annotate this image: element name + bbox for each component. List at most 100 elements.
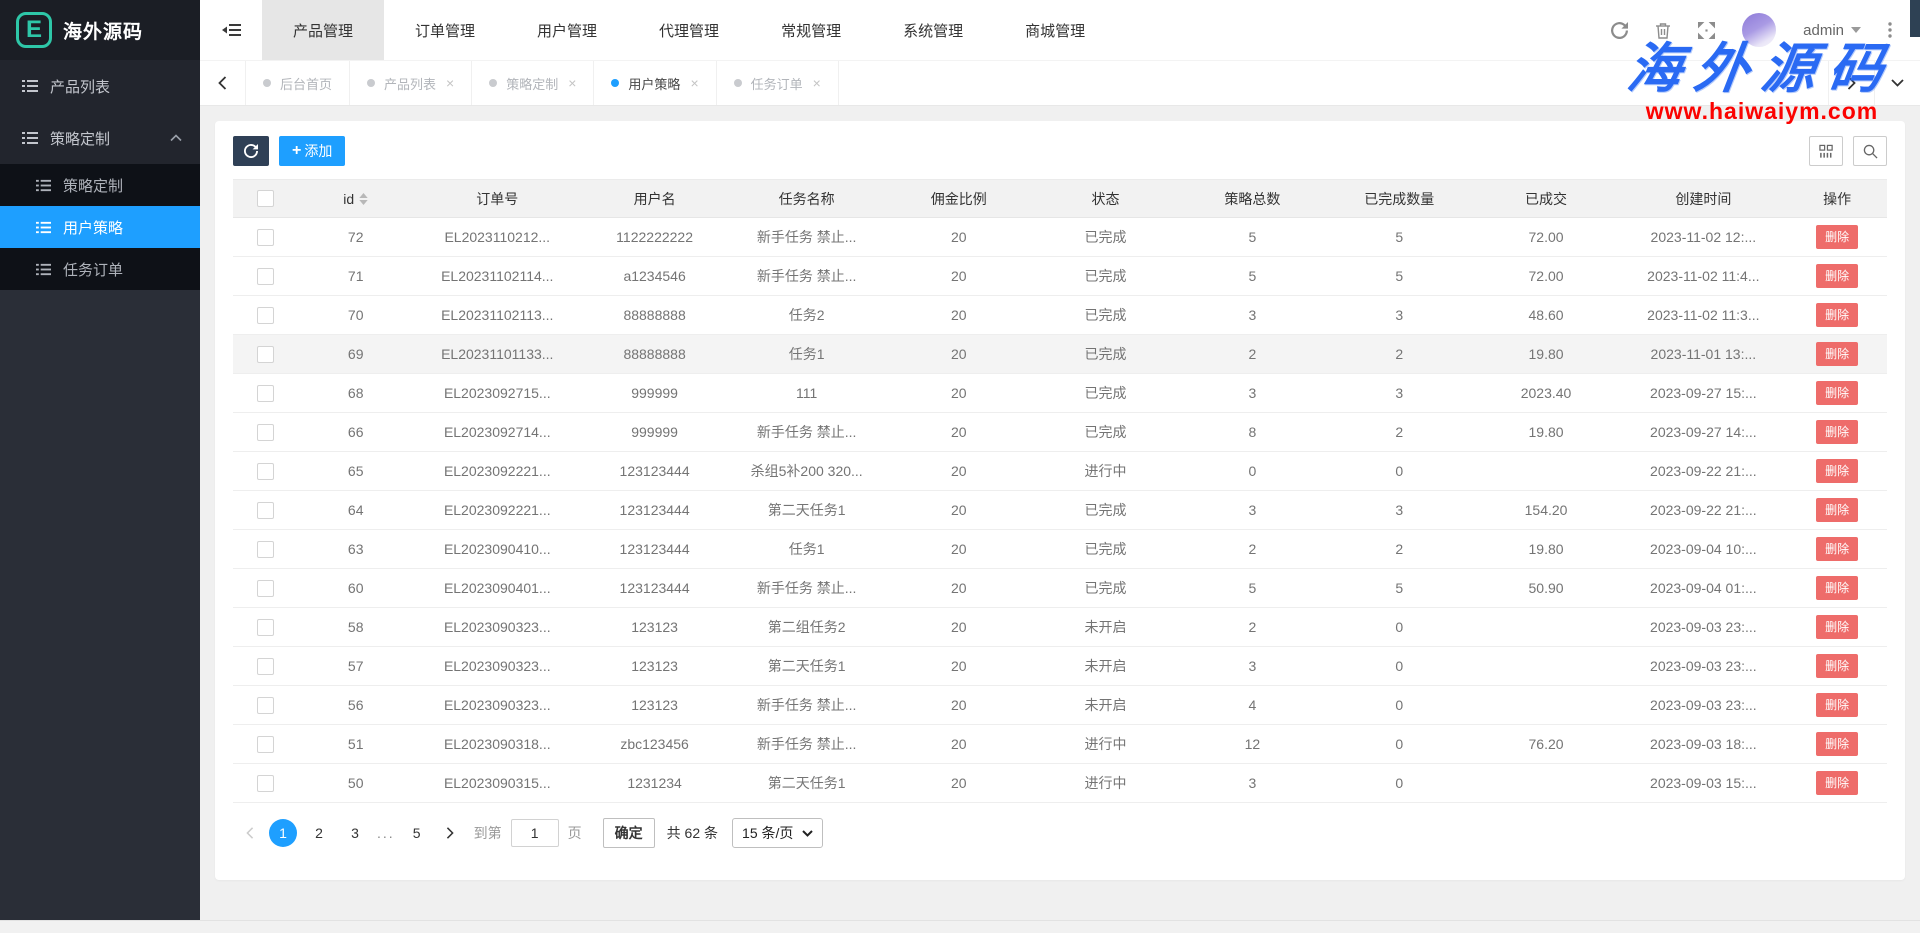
collapse-sidebar-icon[interactable] xyxy=(200,0,262,60)
row-checkbox[interactable] xyxy=(257,385,274,402)
row-checkbox[interactable] xyxy=(257,619,274,636)
delete-button[interactable]: 删除 xyxy=(1816,732,1858,756)
brand-logo: E 海外源码 xyxy=(0,0,200,60)
actions-cell: 删除 xyxy=(1787,764,1887,803)
user-avatar[interactable] xyxy=(1742,13,1776,47)
delete-button[interactable]: 删除 xyxy=(1816,693,1858,717)
cell-created: 2023-09-22 21:... xyxy=(1619,452,1787,491)
column-label: id xyxy=(343,191,354,207)
cell-completed: 0 xyxy=(1326,686,1473,725)
cell-username: 88888888 xyxy=(581,335,728,374)
page-tab[interactable]: 产品列表× xyxy=(350,61,472,105)
delete-button[interactable]: 删除 xyxy=(1816,537,1858,561)
column-header-id[interactable]: id xyxy=(298,180,413,218)
trash-icon[interactable] xyxy=(1655,22,1671,39)
sort-icon[interactable] xyxy=(359,193,368,205)
page-number[interactable]: 5 xyxy=(403,819,431,847)
row-checkbox[interactable] xyxy=(257,346,274,363)
delete-button[interactable]: 删除 xyxy=(1816,420,1858,444)
row-checkbox[interactable] xyxy=(257,580,274,597)
delete-button[interactable]: 删除 xyxy=(1816,381,1858,405)
row-checkbox[interactable] xyxy=(257,697,274,714)
page-size-select[interactable]: 15 条/页 xyxy=(732,818,823,848)
delete-button[interactable]: 删除 xyxy=(1816,771,1858,795)
cell-task_name: 第二天任务1 xyxy=(728,491,885,530)
close-icon[interactable]: × xyxy=(813,75,821,91)
close-icon[interactable]: × xyxy=(446,75,454,91)
refresh-icon[interactable] xyxy=(1611,22,1628,39)
tab-label: 后台首页 xyxy=(280,74,332,93)
delete-button[interactable]: 删除 xyxy=(1816,615,1858,639)
page-tab[interactable]: 任务订单× xyxy=(717,61,839,105)
row-checkbox[interactable] xyxy=(257,463,274,480)
table-row: 64EL2023092221...123123444第二天任务120已完成331… xyxy=(233,491,1887,530)
topnav-tab[interactable]: 商城管理 xyxy=(994,0,1116,60)
table-body: 72EL2023110212...1122222222新手任务 禁止...20已… xyxy=(233,218,1887,803)
page-tab[interactable]: 后台首页 xyxy=(246,61,350,105)
delete-button[interactable]: 删除 xyxy=(1816,342,1858,366)
cell-strategy_total: 3 xyxy=(1179,491,1326,530)
goto-page-input[interactable] xyxy=(511,819,559,847)
topnav-tab[interactable]: 系统管理 xyxy=(872,0,994,60)
page-number[interactable]: 2 xyxy=(305,819,333,847)
confirm-page-button[interactable]: 确定 xyxy=(603,818,655,848)
refresh-table-button[interactable] xyxy=(233,136,269,166)
page-number[interactable]: 1 xyxy=(269,819,297,847)
delete-button[interactable]: 删除 xyxy=(1816,225,1858,249)
tabs-scroll-left-icon[interactable] xyxy=(200,61,246,105)
topnav-tab[interactable]: 常规管理 xyxy=(750,0,872,60)
row-checkbox[interactable] xyxy=(257,502,274,519)
close-icon[interactable]: × xyxy=(568,75,576,91)
delete-button[interactable]: 删除 xyxy=(1816,576,1858,600)
sidebar-item-task-orders[interactable]: 任务订单 xyxy=(0,248,200,290)
more-vertical-icon[interactable] xyxy=(1888,22,1892,38)
sidebar-item-label: 策略定制 xyxy=(50,128,110,149)
delete-button[interactable]: 删除 xyxy=(1816,459,1858,483)
main-area: 产品管理订单管理用户管理代理管理常规管理系统管理商城管理 admin xyxy=(200,0,1920,920)
cell-strategy_total: 3 xyxy=(1179,296,1326,335)
column-label: 用户名 xyxy=(634,189,676,209)
topnav-tab[interactable]: 产品管理 xyxy=(262,0,384,60)
cell-task_name: 任务2 xyxy=(728,296,885,335)
column-toggle-button[interactable] xyxy=(1809,136,1843,166)
checkbox-cell xyxy=(233,647,298,686)
sidebar-item-strategy-custom-parent[interactable]: 策略定制 xyxy=(0,112,200,164)
tabs-scroll-right-icon[interactable] xyxy=(1828,61,1874,105)
delete-button[interactable]: 删除 xyxy=(1816,264,1858,288)
delete-button[interactable]: 删除 xyxy=(1816,303,1858,327)
cell-task_name: 新手任务 禁止... xyxy=(728,569,885,608)
column-label: 已成交 xyxy=(1525,189,1567,209)
user-menu[interactable]: admin xyxy=(1803,22,1861,39)
prev-page-icon[interactable] xyxy=(235,819,265,847)
horizontal-scrollbar[interactable] xyxy=(0,920,1920,933)
table-row: 60EL2023090401...123123444新手任务 禁止...20已完… xyxy=(233,569,1887,608)
row-checkbox[interactable] xyxy=(257,658,274,675)
row-checkbox[interactable] xyxy=(257,541,274,558)
page-number[interactable]: 3 xyxy=(341,819,369,847)
next-page-icon[interactable] xyxy=(435,819,465,847)
topnav-tab[interactable]: 用户管理 xyxy=(506,0,628,60)
sidebar-item-user-strategy[interactable]: 用户策略 xyxy=(0,206,200,248)
search-icon[interactable] xyxy=(1853,136,1887,166)
row-checkbox[interactable] xyxy=(257,424,274,441)
select-all-checkbox[interactable] xyxy=(257,190,274,207)
tabs-menu-icon[interactable] xyxy=(1874,61,1920,105)
cell-order_no: EL2023092714... xyxy=(413,413,581,452)
row-checkbox[interactable] xyxy=(257,229,274,246)
sidebar-item-strategy-custom[interactable]: 策略定制 xyxy=(0,164,200,206)
delete-button[interactable]: 删除 xyxy=(1816,654,1858,678)
row-checkbox[interactable] xyxy=(257,775,274,792)
page-tab[interactable]: 用户策略× xyxy=(594,61,716,105)
delete-button[interactable]: 删除 xyxy=(1816,498,1858,522)
row-checkbox[interactable] xyxy=(257,307,274,324)
page-tab[interactable]: 策略定制× xyxy=(472,61,594,105)
topnav-tab[interactable]: 代理管理 xyxy=(628,0,750,60)
fullscreen-icon[interactable] xyxy=(1698,22,1715,39)
close-icon[interactable]: × xyxy=(690,75,698,91)
row-checkbox[interactable] xyxy=(257,268,274,285)
cell-order_no: EL20231101133... xyxy=(413,335,581,374)
row-checkbox[interactable] xyxy=(257,736,274,753)
add-button[interactable]: + 添加 xyxy=(279,136,345,166)
topnav-tab[interactable]: 订单管理 xyxy=(384,0,506,60)
sidebar-item-product-list[interactable]: 产品列表 xyxy=(0,60,200,112)
